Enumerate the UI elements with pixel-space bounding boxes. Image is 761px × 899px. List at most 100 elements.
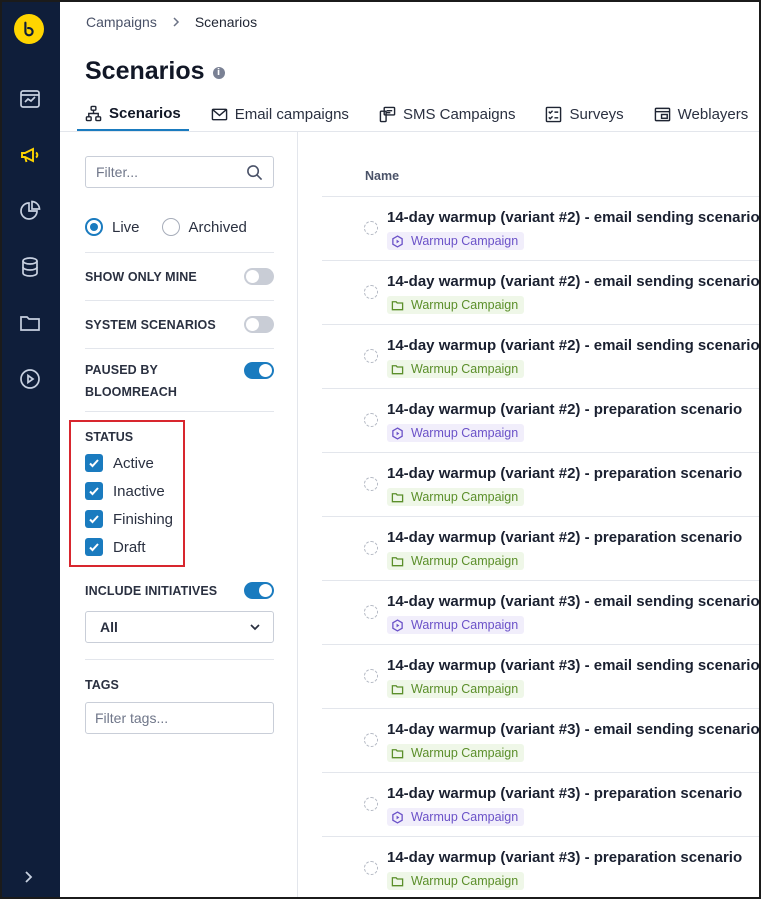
initiatives-select-value: All [100,619,118,635]
system-scenarios-toggle[interactable] [244,316,274,333]
scenario-title[interactable]: 14-day warmup (variant #3) - preparation… [387,849,742,866]
initiatives-select[interactable]: All [85,611,274,643]
playback-icon[interactable] [17,366,43,392]
scenario-row[interactable]: 14-day warmup (variant #3) - preparation… [322,837,759,897]
radio-archived-label: Archived [188,218,247,236]
status-checkbox-finishing[interactable]: Finishing [85,510,173,528]
include-initiatives-toggle[interactable] [244,582,274,599]
scenario-tag[interactable]: Warmup Campaign [387,872,525,890]
tags-title: TAGS [85,678,119,692]
scenario-row[interactable]: 14-day warmup (variant #3) - email sendi… [322,709,759,773]
scenario-tag[interactable]: Warmup Campaign [387,488,525,506]
scenario-row[interactable]: 14-day warmup (variant #2) - preparation… [322,517,759,581]
scenario-row[interactable]: 14-day warmup (variant #2) - email sendi… [322,261,759,325]
scenario-row[interactable]: 14-day warmup (variant #2) - email sendi… [322,325,759,389]
status-title: STATUS [85,430,134,444]
scenario-title[interactable]: 14-day warmup (variant #3) - preparation… [387,785,742,802]
dashboard-icon[interactable] [17,86,43,112]
status-dot-icon [364,733,378,747]
scenario-row[interactable]: 14-day warmup (variant #2) - preparation… [322,389,759,453]
system-scenarios-row: SYSTEM SCENARIOS [85,316,274,333]
paused-by-toggle[interactable] [244,362,274,379]
scenario-title[interactable]: 14-day warmup (variant #2) - email sendi… [387,273,759,290]
checkbox-checked-icon[interactable] [85,538,103,556]
scenario-tag[interactable]: Warmup Campaign [387,296,525,314]
radio-archived-indicator[interactable] [161,218,180,236]
radio-live[interactable]: Live [85,218,140,236]
scenario-tag-label: Warmup Campaign [411,426,519,440]
search-icon[interactable] [246,164,263,181]
divider [85,300,274,301]
scenario-title[interactable]: 14-day warmup (variant #2) - email sendi… [387,209,759,226]
assets-folder-icon[interactable] [17,310,43,336]
scenario-tag[interactable]: Warmup Campaign [387,360,525,378]
checkbox-checked-icon[interactable] [85,510,103,528]
tab-label: Weblayers [677,106,749,123]
status-dot-icon [364,669,378,683]
scenario-tag-label: Warmup Campaign [411,490,519,504]
show-only-mine-label: SHOW ONLY MINE [85,269,197,284]
divider [85,348,274,349]
scenario-tag[interactable]: Warmup Campaign [387,552,525,570]
data-database-icon[interactable] [17,254,43,280]
tab-weblayers[interactable]: Weblayers [646,98,757,131]
scenario-tag-label: Warmup Campaign [411,618,519,632]
scenario-tag[interactable]: Warmup Campaign [387,232,525,250]
checkbox-checked-icon[interactable] [85,482,103,500]
breadcrumb-campaigns[interactable]: Campaigns [86,14,157,30]
filter-search-input[interactable]: Filter... [85,156,274,188]
folder-icon [391,364,404,374]
scenario-tag-label: Warmup Campaign [411,362,519,376]
scenario-title[interactable]: 14-day warmup (variant #3) - email sendi… [387,657,759,674]
scenario-title[interactable]: 14-day warmup (variant #3) - email sendi… [387,593,759,610]
folder-icon [391,684,404,694]
status-checkbox-draft[interactable]: Draft [85,538,146,556]
breadcrumb: Campaigns Scenarios [86,14,257,30]
tab-label: Surveys [569,106,624,123]
folder-icon [391,556,404,566]
status-dot-icon [364,221,378,235]
initiative-icon [392,234,403,248]
paused-by-row: PAUSED BY BLOOMREACH [85,359,274,403]
tags-placeholder: Filter tags... [95,710,169,726]
scenario-title[interactable]: 14-day warmup (variant #2) - preparation… [387,401,742,418]
scenario-row[interactable]: 14-day warmup (variant #3) - email sendi… [322,645,759,709]
campaigns-megaphone-icon[interactable] [17,142,43,168]
initiative-icon [392,618,403,632]
divider [85,659,274,660]
scenario-title[interactable]: 14-day warmup (variant #2) - email sendi… [387,337,759,354]
folder-icon [391,492,404,502]
status-dot-icon [364,349,378,363]
scenario-title[interactable]: 14-day warmup (variant #3) - email sendi… [387,721,759,738]
info-icon[interactable]: i [212,67,225,79]
scenario-title[interactable]: 14-day warmup (variant #2) - preparation… [387,529,742,546]
scenario-tag[interactable]: Warmup Campaign [387,744,525,762]
tab-bar: Scenarios Email campaigns SMS Campaigns … [77,98,759,132]
scenario-row[interactable]: 14-day warmup (variant #3) - preparation… [322,773,759,837]
column-header-name[interactable]: Name [365,169,399,183]
checkbox-checked-icon[interactable] [85,454,103,472]
tab-surveys[interactable]: Surveys [537,98,631,131]
radio-live-indicator[interactable] [85,218,103,236]
tab-scenarios[interactable]: Scenarios [77,98,189,131]
status-checkbox-active[interactable]: Active [85,454,154,472]
bloomreach-logo-icon[interactable] [14,14,44,44]
radio-archived[interactable]: Archived [161,218,247,236]
scenario-tag[interactable]: Warmup Campaign [387,808,525,826]
status-checkbox-inactive[interactable]: Inactive [85,482,165,500]
scenario-tag[interactable]: Warmup Campaign [387,616,525,634]
scenario-row[interactable]: 14-day warmup (variant #2) - email sendi… [322,197,759,261]
expand-nav-chevron-icon[interactable] [20,868,38,886]
divider [85,411,274,412]
tab-sms-campaigns[interactable]: SMS Campaigns [371,98,524,131]
scenario-row[interactable]: 14-day warmup (variant #2) - preparation… [322,453,759,517]
show-only-mine-toggle[interactable] [244,268,274,285]
paused-by-label: PAUSED BY BLOOMREACH [85,363,177,399]
scenario-tag[interactable]: Warmup Campaign [387,680,525,698]
scenario-row[interactable]: 14-day warmup (variant #3) - email sendi… [322,581,759,645]
tab-email-campaigns[interactable]: Email campaigns [203,98,357,131]
scenario-tag[interactable]: Warmup Campaign [387,424,525,442]
analytics-pie-icon[interactable] [17,198,43,224]
scenario-title[interactable]: 14-day warmup (variant #2) - preparation… [387,465,742,482]
tags-filter-input[interactable]: Filter tags... [85,702,274,734]
